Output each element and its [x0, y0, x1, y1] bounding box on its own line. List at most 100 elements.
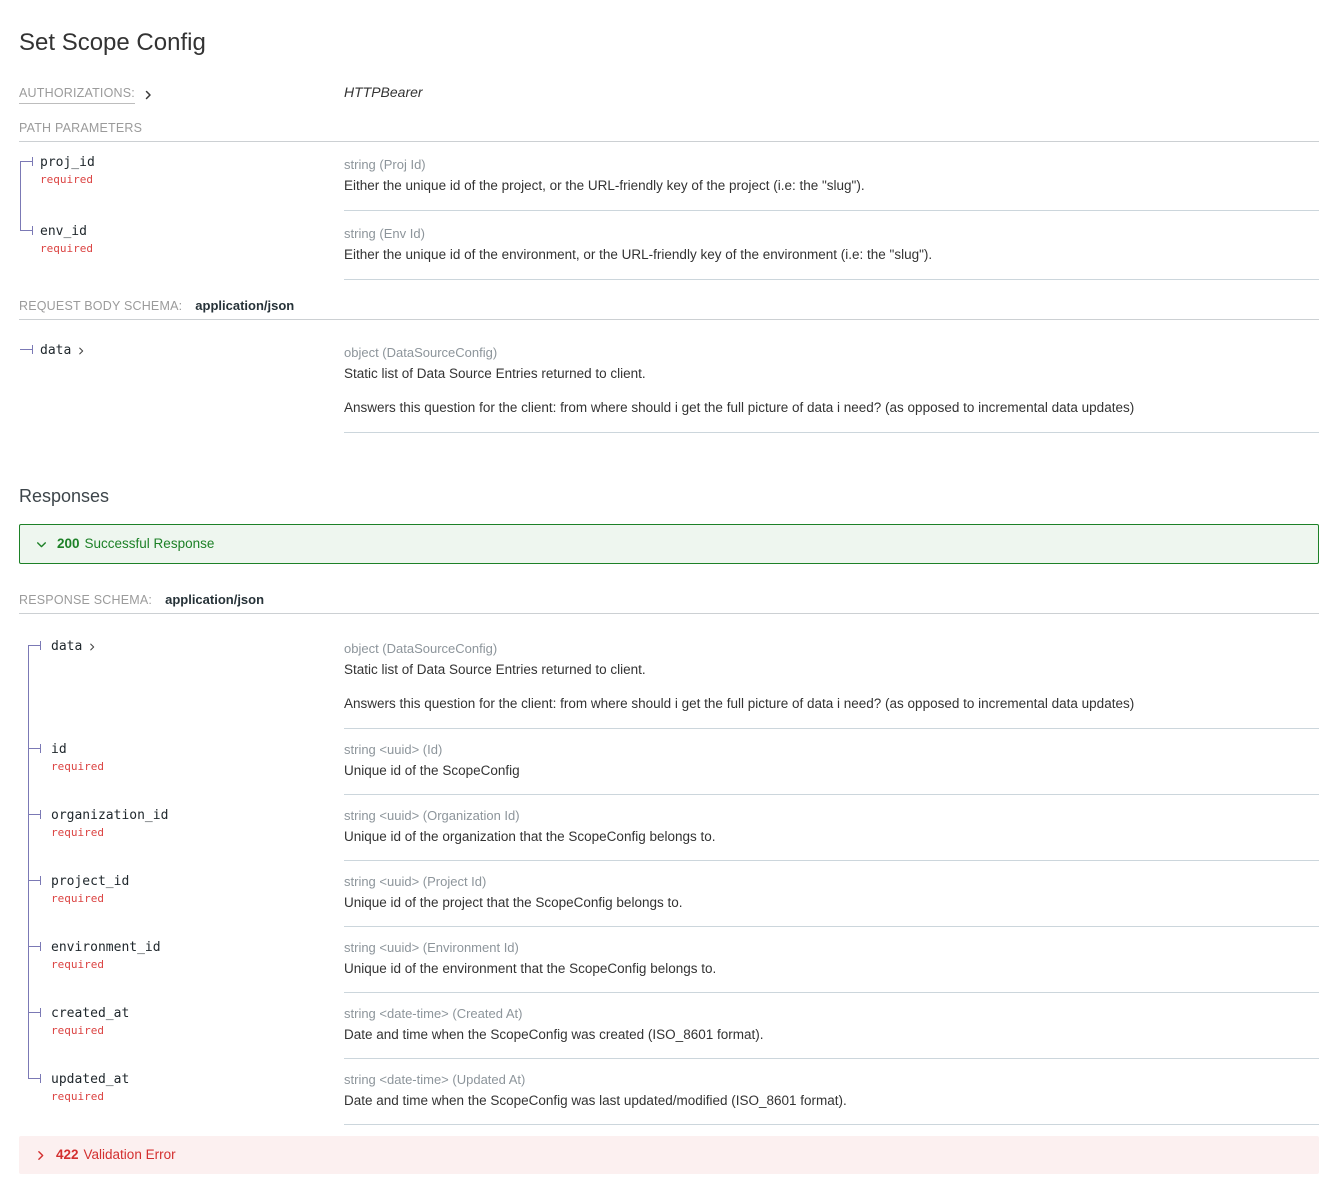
tree-branch-line	[28, 814, 40, 815]
request-body-schema-label: REQUEST BODY SCHEMA:	[19, 298, 182, 314]
tree-branch-line	[28, 1078, 40, 1079]
tree-tick-line	[32, 226, 33, 235]
field-description: Date and time when the ScopeConfig was c…	[344, 1025, 1319, 1045]
field-name: environment_id	[51, 940, 161, 956]
tree-tick-line	[32, 345, 33, 354]
field-description: Answers this question for the client: fr…	[344, 398, 1319, 418]
required-badge: required	[51, 826, 334, 840]
field-name-cell: data	[19, 330, 344, 433]
request-content-type: application/json	[195, 298, 294, 313]
field-type: string <uuid> (Organization Id)	[344, 806, 1319, 825]
tree-branch-line	[28, 748, 40, 749]
tree-vertical-line	[28, 927, 29, 993]
field-name: organization_id	[51, 808, 168, 824]
required-badge: required	[51, 1024, 334, 1038]
field-detail-cell: object (DataSourceConfig) Static list of…	[344, 626, 1319, 729]
tree-tick-line	[40, 810, 41, 819]
authorizations-row: AUTHORIZATIONS: HTTPBearer	[19, 84, 1319, 104]
path-parameters-table: proj_id required string (Proj Id) Either…	[19, 142, 1319, 280]
auth-scheme-value: HTTPBearer	[344, 84, 1319, 100]
response-content-type: application/json	[165, 592, 264, 607]
field-description: Static list of Data Source Entries retur…	[344, 364, 1319, 384]
field-description: Unique id of the project that the ScopeC…	[344, 893, 1319, 913]
field-type: object (DataSourceConfig)	[344, 639, 1319, 658]
request-body-table: data object (DataSourceConfig) Static li…	[19, 330, 1319, 433]
request-body-schema-header: REQUEST BODY SCHEMA: application/json	[19, 298, 1319, 314]
tree-vertical-line	[20, 211, 21, 230]
required-badge: required	[51, 958, 334, 972]
tree-vertical-line	[28, 861, 29, 927]
field-description: Unique id of the environment that the Sc…	[344, 959, 1319, 979]
required-badge: required	[40, 173, 334, 187]
field-type: string <uuid> (Environment Id)	[344, 938, 1319, 957]
field-detail-cell: string <uuid> (Project Id) Unique id of …	[344, 861, 1319, 927]
field-name: project_id	[51, 874, 129, 890]
field-description: Static list of Data Source Entries retur…	[344, 660, 1319, 680]
field-name: data	[40, 343, 71, 359]
field-type: string <uuid> (Project Id)	[344, 872, 1319, 891]
field-name-cell: id required	[19, 729, 344, 795]
operation-doc: Set Scope Config AUTHORIZATIONS: HTTPBea…	[0, 28, 1329, 1188]
field-name: created_at	[51, 1006, 129, 1022]
required-badge: required	[40, 242, 334, 256]
field-name: id	[51, 742, 67, 758]
field-type: string <date-time> (Updated At)	[344, 1070, 1319, 1089]
field-detail-cell: string <date-time> (Updated At) Date and…	[344, 1059, 1319, 1125]
field-name-cell: env_id required	[19, 211, 344, 280]
response-422-toggle[interactable]: 422 Validation Error	[19, 1136, 1319, 1174]
field-description: Unique id of the ScopeConfig	[344, 761, 1319, 781]
tree-tick-line	[40, 942, 41, 951]
required-badge: required	[51, 760, 334, 774]
tree-branch-line	[28, 645, 40, 646]
authorizations-toggle[interactable]: AUTHORIZATIONS:	[19, 86, 344, 104]
field-type: string (Env Id)	[344, 224, 1319, 243]
field-detail-cell: string (Proj Id) Either the unique id of…	[344, 142, 1319, 211]
tree-tick-line	[40, 641, 41, 650]
chevron-right-icon	[76, 346, 86, 356]
tree-tick-line	[40, 1074, 41, 1083]
field-name-cell: project_id required	[19, 861, 344, 927]
field-name-cell: environment_id required	[19, 927, 344, 993]
tree-tick-line	[40, 744, 41, 753]
response-schema-label: RESPONSE SCHEMA:	[19, 592, 152, 608]
chevron-right-icon	[87, 642, 97, 652]
chevron-right-icon	[142, 89, 154, 101]
field-type: string <date-time> (Created At)	[344, 1004, 1319, 1023]
tree-branch-line	[28, 880, 40, 881]
tree-branch-line	[20, 161, 32, 162]
field-detail-cell: string <uuid> (Organization Id) Unique i…	[344, 795, 1319, 861]
path-parameters-header: PATH PARAMETERS	[19, 120, 1319, 136]
tree-tick-line	[40, 876, 41, 885]
response-200-toggle[interactable]: 200 Successful Response	[19, 524, 1319, 564]
response-status-label: Validation Error	[84, 1146, 176, 1164]
field-detail-cell: string (Env Id) Either the unique id of …	[344, 211, 1319, 280]
field-name: proj_id	[40, 155, 95, 171]
tree-vertical-line	[20, 161, 21, 211]
chevron-right-icon	[34, 1149, 47, 1162]
tree-vertical-line	[28, 645, 29, 729]
field-name-cell: created_at required	[19, 993, 344, 1059]
field-description: Unique id of the organization that the S…	[344, 827, 1319, 847]
field-description: Date and time when the ScopeConfig was l…	[344, 1091, 1319, 1111]
section-divider	[19, 319, 1319, 320]
response-status-label: Successful Response	[85, 535, 215, 553]
required-badge: required	[51, 1090, 334, 1104]
tree-vertical-line	[28, 729, 29, 795]
tree-branch-line	[28, 1012, 40, 1013]
section-divider	[19, 613, 1319, 614]
field-name-cell: data	[19, 626, 344, 729]
field-type: object (DataSourceConfig)	[344, 343, 1319, 362]
response-status-code: 422	[56, 1146, 79, 1164]
page-title: Set Scope Config	[19, 28, 1319, 58]
field-name-cell: updated_at required	[19, 1059, 344, 1125]
field-name-cell: organization_id required	[19, 795, 344, 861]
field-detail-cell: object (DataSourceConfig) Static list of…	[344, 330, 1319, 433]
field-description: Either the unique id of the environment,…	[344, 245, 1319, 265]
field-name-expandable[interactable]: data	[40, 343, 86, 359]
field-name-expandable[interactable]: data	[51, 639, 97, 655]
field-detail-cell: string <uuid> (Id) Unique id of the Scop…	[344, 729, 1319, 795]
tree-branch-line	[28, 946, 40, 947]
field-detail-cell: string <uuid> (Environment Id) Unique id…	[344, 927, 1319, 993]
tree-branch-line	[20, 349, 32, 350]
response-status-code: 200	[57, 535, 80, 553]
